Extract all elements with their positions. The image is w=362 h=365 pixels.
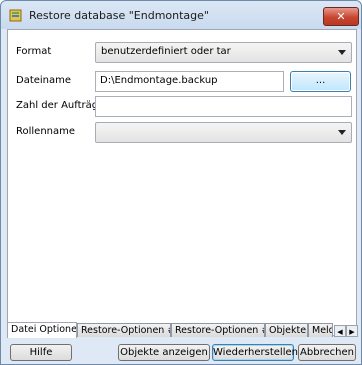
chevron-down-icon: [338, 130, 346, 135]
tab-label: Datei Optionen: [11, 324, 77, 335]
tab-restore-options-2[interactable]: Restore-Optionen #1: [171, 323, 265, 337]
close-icon: ✕: [336, 10, 346, 23]
database-restore-icon: [9, 8, 23, 22]
title-bar[interactable]: Restore database "Endmontage" ✕: [1, 1, 361, 29]
tab-file-options[interactable]: Datei Optionen: [7, 322, 77, 338]
button-bar: Hilfe Objekte anzeigen Wiederherstellen …: [1, 340, 361, 364]
chevron-right-icon[interactable]: ▶: [346, 325, 358, 337]
show-objects-button[interactable]: Objekte anzeigen: [118, 344, 210, 361]
chevron-down-icon: [338, 50, 346, 55]
browse-label: ...: [315, 75, 326, 86]
tab-messages[interactable]: Meld: [308, 323, 333, 337]
filename-value: D:\Endmontage.backup: [100, 75, 218, 86]
tab-strip: Datei Optionen Restore-Optionen #1 Resto…: [7, 322, 358, 339]
help-button[interactable]: Hilfe: [10, 344, 72, 361]
format-value: benutzerdefiniert oder tar: [101, 46, 231, 57]
cancel-button[interactable]: Abbrechen: [298, 344, 356, 361]
cancel-label: Abbrechen: [300, 347, 354, 358]
restore-label: Wiederherstellen: [213, 347, 298, 358]
help-label: Hilfe: [29, 347, 53, 358]
format-select[interactable]: benutzerdefiniert oder tar: [95, 42, 352, 63]
chevron-left-icon[interactable]: ◀: [334, 325, 346, 337]
dialog-body: Format benutzerdefiniert oder tar Datein…: [7, 29, 357, 336]
show-objects-label: Objekte anzeigen: [120, 347, 208, 358]
tab-label: Meld: [312, 325, 333, 336]
role-label: Rollenname: [16, 126, 76, 137]
restore-dialog: Restore database "Endmontage" ✕ Format b…: [0, 0, 362, 365]
tab-restore-options-1[interactable]: Restore-Optionen #1: [77, 323, 171, 337]
role-select[interactable]: [95, 122, 352, 143]
filename-label: Dateiname: [16, 75, 72, 86]
tab-label: Objekte: [269, 325, 307, 336]
tab-label: Restore-Optionen #1: [81, 325, 170, 336]
format-label: Format: [16, 46, 52, 57]
tab-label: Restore-Optionen #1: [175, 325, 264, 336]
filename-input[interactable]: D:\Endmontage.backup: [95, 71, 284, 92]
jobs-input[interactable]: [95, 96, 352, 117]
browse-button[interactable]: ...: [290, 71, 351, 92]
restore-button[interactable]: Wiederherstellen: [212, 344, 298, 361]
tab-objects[interactable]: Objekte: [265, 323, 308, 337]
jobs-label: Zahl der Aufträge: [16, 100, 105, 111]
window-title: Restore database "Endmontage": [29, 9, 209, 22]
close-button[interactable]: ✕: [323, 7, 359, 26]
